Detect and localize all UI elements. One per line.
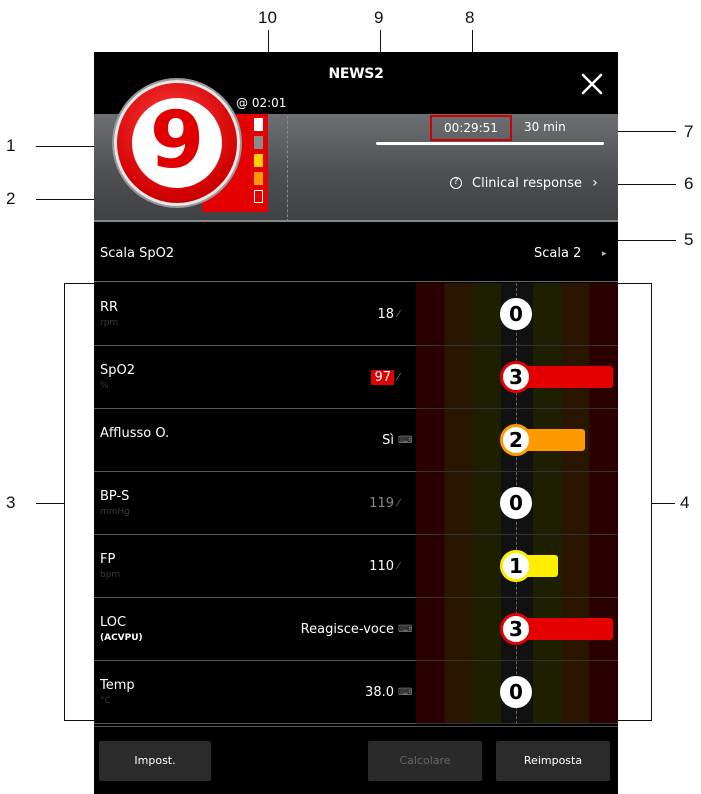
- callout-6: 6: [684, 174, 694, 193]
- param-name: BP-S: [100, 489, 130, 504]
- leader-3: [36, 503, 64, 504]
- chevron-right-icon: ›: [592, 175, 598, 191]
- callout-3: 3: [6, 493, 16, 512]
- bracket-3-bottom: [64, 720, 94, 721]
- edit-icon: ⁄: [398, 309, 400, 320]
- footer-toolbar: Impost. Calcolare Reimposta: [94, 726, 618, 794]
- leader-4: [651, 503, 675, 504]
- close-icon[interactable]: [580, 72, 604, 96]
- keyboard-icon: ⌨: [398, 435, 413, 446]
- keyboard-icon: ⌨: [398, 624, 413, 635]
- score-row-temp: 0: [416, 661, 618, 724]
- calculate-button[interactable]: Calcolare: [368, 741, 482, 781]
- callout-10: 10: [258, 8, 277, 27]
- level-indicator-1: [254, 136, 263, 149]
- param-row-hr[interactable]: FP bpm 110 ⁄: [94, 535, 416, 598]
- score-row-oxygen: 2: [416, 409, 618, 472]
- total-score-value: 9: [149, 96, 205, 186]
- param-row-bps[interactable]: BP-S mmHg 119 ⁄: [94, 472, 416, 535]
- level-indicator-current: [254, 190, 263, 203]
- callout-2: 2: [6, 189, 16, 208]
- news2-screen: NEWS2 9 @ 02:01 00:29:51 30 min ? Clinic…: [94, 52, 618, 794]
- score-circle: 3: [500, 361, 532, 393]
- callout-4: 4: [680, 493, 690, 512]
- elapsed-timer: 00:29:51: [430, 115, 512, 141]
- score-circle: 0: [500, 298, 532, 330]
- spo2-scale-label: Scala SpO2: [100, 246, 175, 261]
- bracket-4: [651, 283, 652, 721]
- panel-separator: [94, 220, 618, 222]
- param-row-temp[interactable]: Temp °C 38.0 ⌨: [94, 661, 416, 724]
- clinical-response-label: Clinical response: [472, 175, 583, 191]
- param-row-oxygen[interactable]: Afflusso O. Sì ⌨: [94, 409, 416, 472]
- callout-1: 1: [6, 136, 16, 155]
- panel-divider: [287, 116, 288, 222]
- param-value: 38.0: [365, 685, 394, 700]
- keyboard-icon: ⌨: [398, 687, 413, 698]
- score-circle: 1: [500, 550, 532, 582]
- setup-button[interactable]: Impost.: [99, 741, 211, 781]
- measurement-interval: 30 min: [524, 120, 566, 134]
- interval-progress-bar: [376, 142, 604, 145]
- callout-7: 7: [684, 122, 694, 141]
- score-circle: 0: [500, 487, 532, 519]
- param-unit: °C: [100, 696, 111, 706]
- chevron-right-icon: ▸: [602, 248, 607, 258]
- param-value: Sì: [382, 433, 394, 448]
- param-value: 119: [369, 496, 394, 511]
- help-icon: ?: [450, 177, 462, 189]
- param-unit: bpm: [100, 570, 121, 580]
- spo2-scale-selector[interactable]: Scala SpO2 Scala 2 ▸: [94, 224, 618, 282]
- score-column: 0 3 2 0 1 3 0: [416, 283, 618, 724]
- param-name: SpO2: [100, 363, 136, 378]
- param-value: Reagisce-voce: [300, 622, 394, 637]
- clinical-response-button[interactable]: ? Clinical response ›: [450, 175, 598, 191]
- param-row-rr[interactable]: RR rpm 18 ⁄: [94, 283, 416, 346]
- bracket-3-top: [64, 283, 94, 284]
- edit-icon: ⁄: [398, 498, 400, 509]
- score-row-bps: 0: [416, 472, 618, 535]
- param-value: 110: [369, 559, 394, 574]
- score-timestamp: @ 02:01: [236, 96, 287, 110]
- score-row-spo2: 3: [416, 346, 618, 409]
- score-row-rr: 0: [416, 283, 618, 346]
- level-indicator-2: [254, 154, 263, 167]
- callout-8: 8: [465, 8, 475, 27]
- param-name: LOC: [100, 615, 127, 630]
- param-value: 18: [377, 307, 394, 322]
- edit-icon: ⁄: [398, 372, 400, 383]
- total-score-badge: 9: [114, 80, 240, 206]
- param-name: Afflusso O.: [100, 426, 170, 441]
- param-value: 97: [371, 370, 394, 385]
- param-unit: rpm: [100, 318, 119, 328]
- param-unit: mmHg: [100, 507, 131, 517]
- score-circle: 3: [500, 613, 532, 645]
- bracket-3: [64, 283, 65, 721]
- score-circle: 2: [500, 424, 532, 456]
- spo2-scale-value: Scala 2: [534, 246, 582, 261]
- param-name: FP: [100, 552, 116, 567]
- param-unit: (ACVPU): [100, 633, 143, 643]
- callout-5: 5: [684, 230, 694, 249]
- param-unit: %: [100, 381, 109, 391]
- total-score-inner: 9: [132, 98, 222, 188]
- score-row-loc: 3: [416, 598, 618, 661]
- level-indicator-3: [254, 172, 263, 185]
- bracket-4-top: [618, 283, 652, 284]
- score-circle: 0: [500, 676, 532, 708]
- bracket-4-bottom: [618, 720, 652, 721]
- callout-9: 9: [374, 8, 384, 27]
- param-row-loc[interactable]: LOC (ACVPU) Reagisce-voce ⌨: [94, 598, 416, 661]
- reset-button[interactable]: Reimposta: [496, 741, 610, 781]
- level-indicator-0: [254, 118, 263, 131]
- param-name: RR: [100, 300, 119, 315]
- param-name: Temp: [100, 678, 135, 693]
- score-row-hr: 1: [416, 535, 618, 598]
- param-row-spo2[interactable]: SpO2 % 97 ⁄: [94, 346, 416, 409]
- edit-icon: ⁄: [398, 561, 400, 572]
